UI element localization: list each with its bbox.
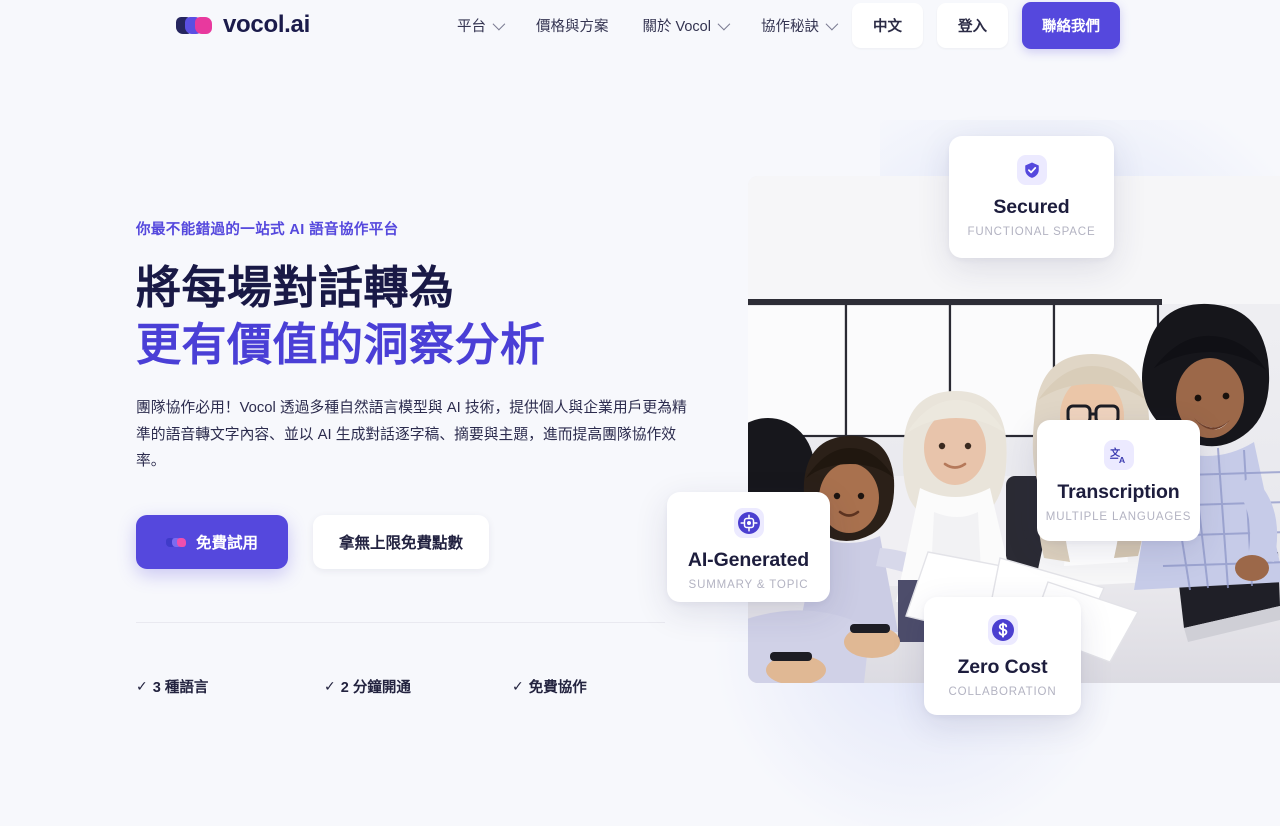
headline-line-1: 將每場對話轉為 xyxy=(136,262,455,313)
floating-card-transcription-subtitle: MULTIPLE LANGUAGES xyxy=(1045,511,1192,523)
hero-eyebrow: 你最不能錯過的一站式 AI 語音協作平台 xyxy=(136,222,399,238)
hero-divider xyxy=(136,622,665,624)
hero-feature-list: ✓ 3 種語言 ✓ 2 分鐘開通 ✓ 免費協作 xyxy=(136,676,700,697)
free-trial-button[interactable]: 免費試用 xyxy=(136,515,289,570)
dollar-coin-icon-wrap xyxy=(987,615,1018,645)
free-trial-button-label: 免費試用 xyxy=(196,535,259,553)
feature-item-setup-time: ✓ 2 分鐘開通 xyxy=(324,676,512,697)
check-icon: ✓ xyxy=(512,678,524,695)
nav-item-tips[interactable]: 協作秘訣 xyxy=(744,7,852,44)
top-navbar: vocol.ai 平台 價格與方案 關於 Vocol 協作秘訣 中文 登入 聯絡… xyxy=(0,0,1280,50)
dollar-coin-icon xyxy=(991,619,1014,641)
floating-card-ai-generated-subtitle: SUMMARY & TOPIC xyxy=(688,579,809,591)
nav-item-pricing[interactable]: 價格與方案 xyxy=(519,7,626,44)
floating-card-transcription-title: Transcription xyxy=(1057,481,1180,503)
floating-card-secured: Secured FUNCTIONAL SPACE xyxy=(949,136,1114,258)
floating-card-zero-cost: Zero Cost COLLABORATION xyxy=(924,597,1081,715)
chevron-down-icon xyxy=(717,17,731,30)
translate-icon-wrap: 文 A xyxy=(1103,440,1134,470)
brand-name: vocol.ai xyxy=(223,11,310,38)
vocol-mini-logo-icon xyxy=(166,537,186,547)
ai-target-icon xyxy=(737,512,760,534)
floating-card-ai-generated-title: AI-Generated xyxy=(687,549,810,571)
floating-card-transcription: 文 A Transcription MULTIPLE LANGUAGES xyxy=(1037,420,1200,541)
floating-card-ai-generated: AI-Generated SUMMARY & TOPIC xyxy=(667,492,830,602)
nav-item-about-label: 關於 Vocol xyxy=(642,18,711,35)
nav-item-platform[interactable]: 平台 xyxy=(440,7,519,44)
hero-description: 團隊協作必用！Vocol 透過多種自然語言模型與 AI 技術，提供個人與企業用戶… xyxy=(136,400,687,469)
hero-cta-row: 免費試用 拿無上限免費點數 xyxy=(136,515,700,570)
svg-text:A: A xyxy=(1119,455,1126,465)
nav-item-tips-label: 協作秘訣 xyxy=(760,18,819,35)
nav-item-pricing-label: 價格與方案 xyxy=(535,18,609,35)
floating-card-zero-cost-subtitle: COLLABORATION xyxy=(948,686,1057,698)
hero-section: 你最不能錯過的一站式 AI 語音協作平台 將每場對話轉為 更有價值的洞察分析 團… xyxy=(0,50,700,697)
shield-check-icon xyxy=(1024,162,1039,178)
feature-item-setup-time-label: 2 分鐘開通 xyxy=(340,680,411,697)
brand-logo[interactable]: vocol.ai xyxy=(176,11,310,39)
check-icon: ✓ xyxy=(324,678,336,695)
feature-item-languages: ✓ 3 種語言 xyxy=(136,676,324,697)
nav-actions: 中文 登入 聯絡我們 xyxy=(851,1,1120,49)
chevron-down-icon xyxy=(825,17,839,30)
translate-icon: 文 A xyxy=(1109,446,1126,465)
chevron-down-icon xyxy=(492,17,506,30)
headline-line-2: 更有價值的洞察分析 xyxy=(136,319,546,371)
check-icon: ✓ xyxy=(136,678,148,695)
nav-item-platform-label: 平台 xyxy=(456,18,486,35)
ai-target-icon-wrap xyxy=(733,508,764,538)
page-title: 將每場對話轉為 更有價值的洞察分析 xyxy=(136,259,700,373)
nav-links: 平台 價格與方案 關於 Vocol 協作秘訣 xyxy=(440,7,852,44)
floating-card-secured-title: Secured xyxy=(993,196,1070,218)
nav-item-about[interactable]: 關於 Vocol xyxy=(625,7,744,44)
vocol-logo-icon xyxy=(176,16,214,34)
feature-item-free-collab: ✓ 免費協作 xyxy=(512,676,700,697)
login-button[interactable]: 登入 xyxy=(936,2,1008,48)
language-switcher-button[interactable]: 中文 xyxy=(851,2,923,48)
floating-card-secured-subtitle: FUNCTIONAL SPACE xyxy=(967,226,1096,238)
free-credits-button[interactable]: 拿無上限免費點數 xyxy=(313,515,490,570)
contact-us-button[interactable]: 聯絡我們 xyxy=(1021,1,1120,49)
floating-card-zero-cost-title: Zero Cost xyxy=(957,656,1048,678)
shield-check-icon-wrap xyxy=(1016,155,1047,185)
feature-item-languages-label: 3 種語言 xyxy=(152,680,209,697)
feature-item-free-collab-label: 免費協作 xyxy=(528,680,587,697)
